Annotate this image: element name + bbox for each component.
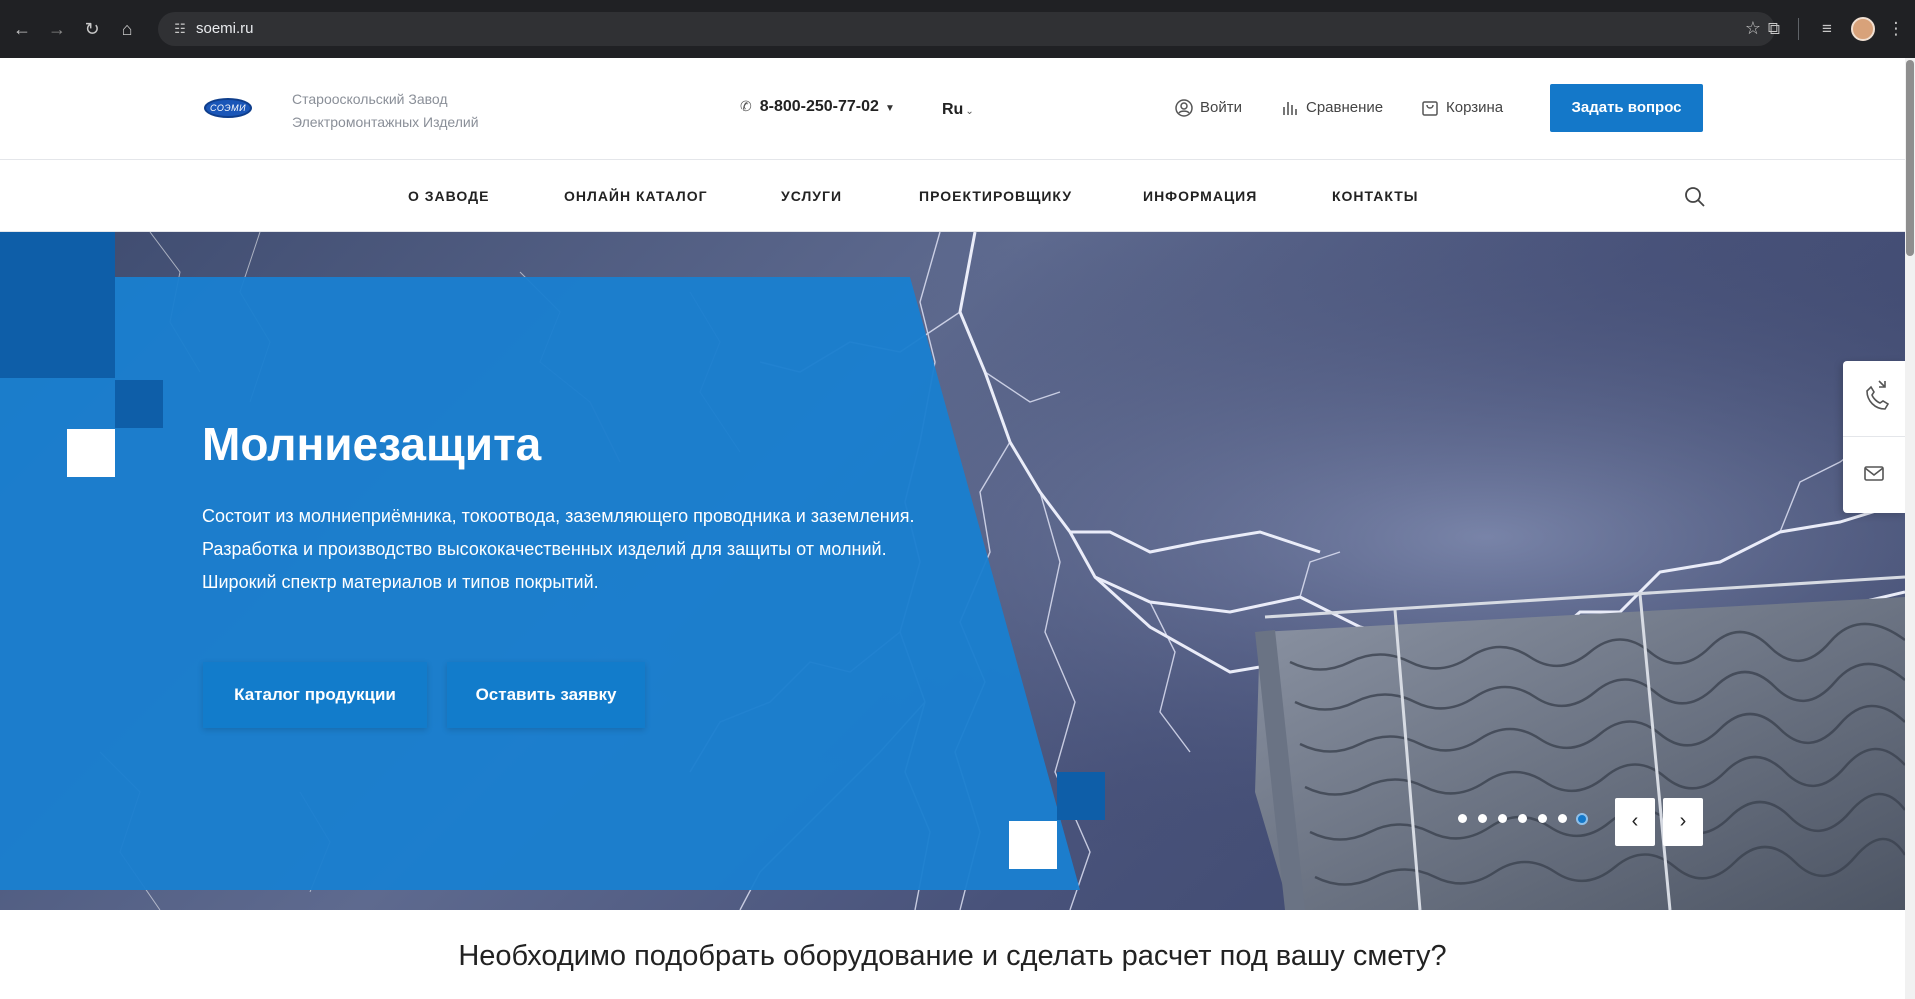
hero-slider: Молниезащита Состоит из молниеприёмника,… [0,232,1905,910]
reload-icon[interactable]: ↻ [79,16,105,42]
login-label: Войти [1200,98,1242,116]
slider-dot[interactable] [1518,814,1527,823]
email-button[interactable] [1843,437,1905,513]
compare-link[interactable]: Сравнение [1280,98,1383,118]
prev-slide-button[interactable]: ‹ [1615,798,1655,846]
cart-link[interactable]: Корзина [1420,98,1503,118]
search-icon[interactable] [1683,185,1707,209]
callback-phone-icon [1866,380,1890,410]
nav-item-designer[interactable]: ПРОЕКТИРОВЩИКУ [919,188,1072,204]
slider-dot[interactable] [1498,814,1507,823]
language-selector[interactable]: Ru ⌄ [942,101,974,119]
language-label: Ru [942,101,964,118]
next-slide-button[interactable]: › [1663,798,1703,846]
home-icon[interactable]: ⌂ [114,16,140,42]
mail-envelope-icon [1864,466,1884,481]
company-line1: Старооскольский Завод [292,91,448,107]
address-bar[interactable]: ☷ soemi.ru ☆ [158,12,1775,46]
chevron-down-icon: ⌄ [965,106,974,117]
hero-line3: Широкий спектр материалов и типов покрыт… [202,572,599,592]
hero-title: Молниезащита [202,418,542,470]
phone-link[interactable]: ✆ 8-800-250-77-02 ▼ [740,98,895,116]
slider-dot[interactable] [1458,814,1467,823]
selection-heading: Необходимо подобрать оборудование и сдел… [458,940,1447,972]
logo-text: СОЭМИ [209,103,247,113]
browser-toolbar: ← → ↻ ⌂ ☷ soemi.ru ☆ ⧉ ≡ ⋮ [0,0,1915,58]
phone-icon: ✆ [740,98,752,114]
hero-line1: Состоит из молниеприёмника, токоотвода, … [202,506,915,526]
hero-description: Состоит из молниеприёмника, токоотвода, … [202,500,922,599]
catalog-button[interactable]: Каталог продукции [203,662,427,728]
menu-dots-icon[interactable]: ⋮ [1883,16,1909,42]
callback-button[interactable] [1843,361,1905,437]
extensions-icon[interactable]: ⧉ [1761,16,1787,42]
shopping-bag-icon [1422,101,1438,116]
ask-question-button[interactable]: Задать вопрос [1550,84,1703,132]
slider-dot[interactable] [1478,814,1487,823]
caret-down-icon: ▼ [884,103,895,114]
company-name: Старооскольский Завод Электромонтажных И… [292,88,479,134]
slider-dot[interactable] [1558,814,1567,823]
toolbar-separator [1798,18,1799,40]
compare-label: Сравнение [1306,98,1384,116]
forward-arrow-icon[interactable]: → [44,16,70,42]
bookmark-star-icon[interactable]: ☆ [1745,18,1761,39]
cart-label: Корзина [1446,98,1504,116]
slider-dot[interactable] [1538,814,1547,823]
nav-item-about[interactable]: О ЗАВОДЕ [408,188,489,204]
bar-chart-icon [1283,102,1297,115]
site-settings-icon[interactable]: ☷ [170,19,190,39]
company-logo[interactable]: СОЭМИ [204,98,252,118]
nav-item-contacts[interactable]: КОНТАКТЫ [1332,188,1418,204]
nav-item-services[interactable]: УСЛУГИ [781,188,842,204]
nav-item-information[interactable]: ИНФОРМАЦИЯ [1143,188,1257,204]
hero-line2: Разработка и производство высококачестве… [202,539,887,559]
profile-avatar-icon[interactable] [1851,17,1875,41]
url-text[interactable]: soemi.ru [196,20,254,37]
back-arrow-icon[interactable]: ← [9,16,35,42]
site-header: СОЭМИ Старооскольский Завод Электромонта… [0,58,1905,160]
user-icon [1175,99,1193,117]
slider-dot-active[interactable] [1576,813,1588,825]
login-link[interactable]: Войти [1174,98,1242,118]
nav-item-catalog[interactable]: ОНЛАЙН КАТАЛОГ [564,188,708,204]
phone-number: 8-800-250-77-02 [759,98,879,115]
main-navigation: О ЗАВОДЕ ОНЛАЙН КАТАЛОГ УСЛУГИ ПРОЕКТИРО… [0,161,1905,232]
page-scrollbar-thumb[interactable] [1906,60,1914,256]
reading-list-icon[interactable]: ≡ [1814,16,1840,42]
company-line2: Электромонтажных Изделий [292,114,479,130]
contact-widget [1843,361,1905,513]
request-button[interactable]: Оставить заявку [447,662,645,728]
